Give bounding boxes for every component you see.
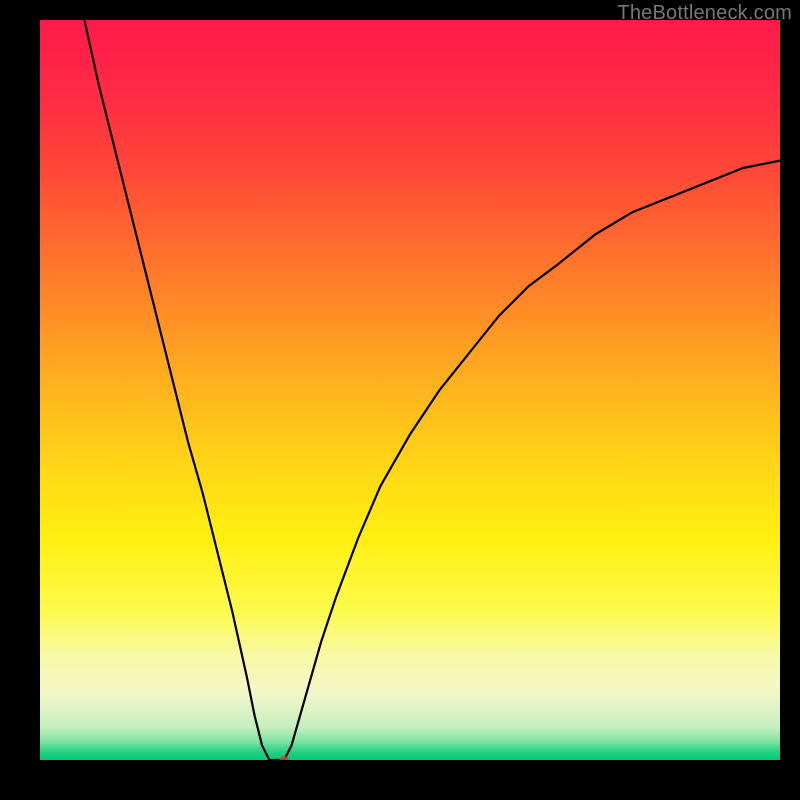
gradient-background [40, 20, 780, 760]
plot-area [40, 20, 780, 762]
chart-frame: TheBottleneck.com [0, 0, 800, 800]
bottleneck-chart [40, 20, 780, 760]
